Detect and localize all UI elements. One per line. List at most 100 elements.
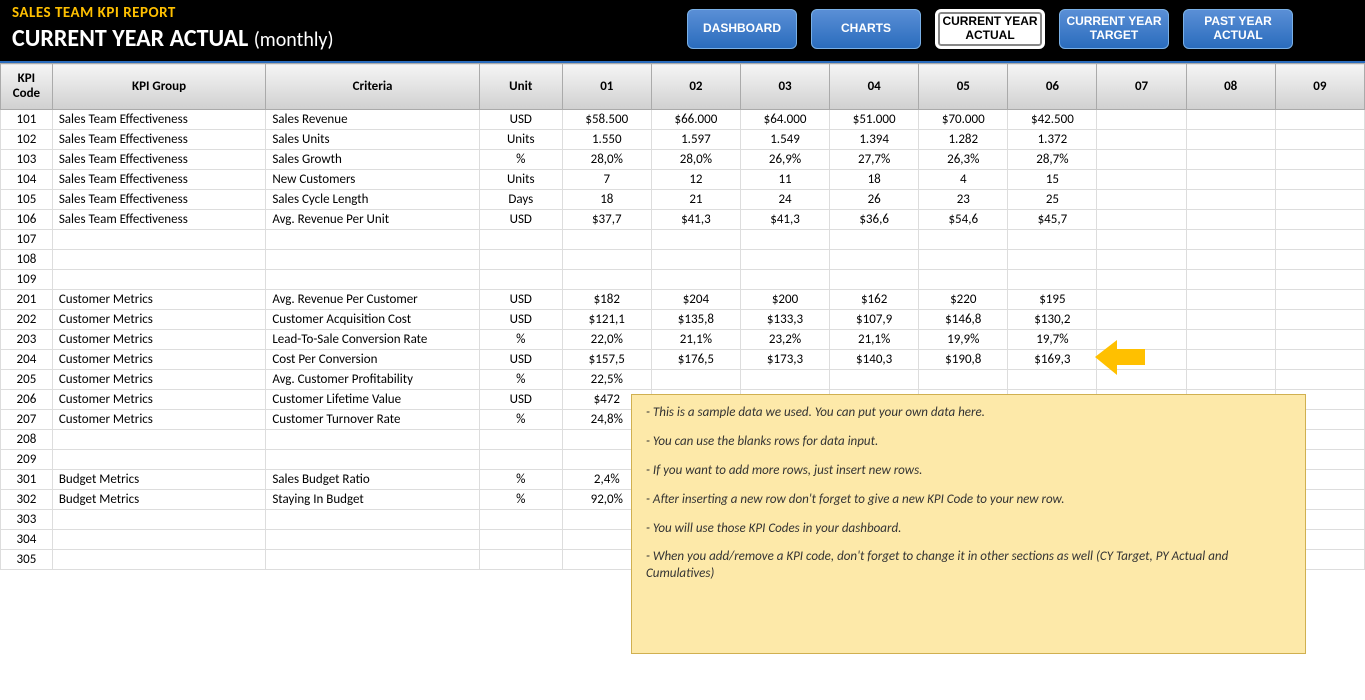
cell[interactable] — [479, 230, 562, 250]
cell[interactable] — [1275, 250, 1364, 270]
cell[interactable]: 206 — [1, 390, 53, 410]
cell[interactable] — [1275, 370, 1364, 390]
cell[interactable]: USD — [479, 390, 562, 410]
cell[interactable]: 27,7% — [830, 150, 919, 170]
cell[interactable] — [1186, 170, 1275, 190]
cell[interactable]: Sales Team Effectiveness — [52, 110, 266, 130]
cell[interactable] — [479, 530, 562, 550]
col-07[interactable]: 07 — [1097, 64, 1186, 110]
cell[interactable] — [52, 230, 266, 250]
cell[interactable]: 104 — [1, 170, 53, 190]
cell[interactable]: $220 — [919, 290, 1008, 310]
cell[interactable]: Budget Metrics — [52, 470, 266, 490]
cell[interactable] — [266, 510, 480, 530]
cell[interactable]: $135,8 — [651, 310, 740, 330]
cell[interactable] — [1097, 310, 1186, 330]
cell[interactable]: $51.000 — [830, 110, 919, 130]
cell[interactable]: 205 — [1, 370, 53, 390]
cell[interactable]: USD — [479, 110, 562, 130]
cell[interactable]: 305 — [1, 550, 53, 570]
cell[interactable]: 21,1% — [830, 330, 919, 350]
cell[interactable] — [562, 270, 651, 290]
cell[interactable]: Units — [479, 170, 562, 190]
cell[interactable] — [1275, 350, 1364, 370]
cell[interactable] — [1275, 170, 1364, 190]
cell[interactable] — [1186, 190, 1275, 210]
cell[interactable]: % — [479, 410, 562, 430]
cell[interactable]: $200 — [740, 290, 829, 310]
cell[interactable]: $157,5 — [562, 350, 651, 370]
cell[interactable] — [52, 510, 266, 530]
col-kpi-code[interactable]: KPI Code — [1, 64, 53, 110]
cell[interactable]: $146,8 — [919, 310, 1008, 330]
cell[interactable] — [52, 550, 266, 570]
cell[interactable] — [266, 530, 480, 550]
cell[interactable]: 28,0% — [651, 150, 740, 170]
cell[interactable] — [266, 450, 480, 470]
cell[interactable] — [651, 270, 740, 290]
cell[interactable]: $41,3 — [740, 210, 829, 230]
cell[interactable]: % — [479, 490, 562, 510]
cell[interactable]: New Customers — [266, 170, 480, 190]
cell[interactable] — [479, 270, 562, 290]
cell[interactable]: 201 — [1, 290, 53, 310]
cell[interactable] — [740, 270, 829, 290]
cell[interactable]: Lead-To-Sale Conversion Rate — [266, 330, 480, 350]
cell[interactable]: Avg. Customer Profitability — [266, 370, 480, 390]
cell[interactable]: 101 — [1, 110, 53, 130]
cell[interactable] — [266, 250, 480, 270]
cell[interactable] — [1275, 190, 1364, 210]
cell[interactable]: $121,1 — [562, 310, 651, 330]
cell[interactable]: Customer Metrics — [52, 370, 266, 390]
cell[interactable] — [479, 450, 562, 470]
cell[interactable]: $41,3 — [651, 210, 740, 230]
cell[interactable] — [919, 230, 1008, 250]
cell[interactable] — [1275, 290, 1364, 310]
cell[interactable] — [651, 370, 740, 390]
cell[interactable]: $190,8 — [919, 350, 1008, 370]
cell[interactable]: 1.550 — [562, 130, 651, 150]
cell[interactable]: 19,9% — [919, 330, 1008, 350]
cell[interactable]: Customer Metrics — [52, 390, 266, 410]
nav-past-year-actual[interactable]: PAST YEAR ACTUAL — [1183, 9, 1293, 49]
cell[interactable]: $45,7 — [1008, 210, 1097, 230]
cell[interactable]: % — [479, 330, 562, 350]
cell[interactable] — [651, 230, 740, 250]
cell[interactable]: Customer Turnover Rate — [266, 410, 480, 430]
cell[interactable] — [1186, 110, 1275, 130]
cell[interactable]: 1.282 — [919, 130, 1008, 150]
cell[interactable]: $162 — [830, 290, 919, 310]
cell[interactable]: 26 — [830, 190, 919, 210]
cell[interactable] — [1097, 170, 1186, 190]
nav-dashboard[interactable]: DASHBOARD — [687, 9, 797, 49]
cell[interactable] — [1097, 110, 1186, 130]
cell[interactable]: 26,3% — [919, 150, 1008, 170]
cell[interactable] — [830, 270, 919, 290]
cell[interactable]: 202 — [1, 310, 53, 330]
cell[interactable]: $140,3 — [830, 350, 919, 370]
nav-charts[interactable]: CHARTS — [811, 9, 921, 49]
cell[interactable] — [1097, 210, 1186, 230]
cell[interactable]: Units — [479, 130, 562, 150]
cell[interactable]: 102 — [1, 130, 53, 150]
cell[interactable]: 303 — [1, 510, 53, 530]
cell[interactable]: 209 — [1, 450, 53, 470]
cell[interactable]: $58.500 — [562, 110, 651, 130]
cell[interactable] — [266, 230, 480, 250]
col-unit[interactable]: Unit — [479, 64, 562, 110]
cell[interactable]: 109 — [1, 270, 53, 290]
cell[interactable] — [52, 430, 266, 450]
cell[interactable]: $37,7 — [562, 210, 651, 230]
cell[interactable] — [1186, 330, 1275, 350]
col-08[interactable]: 08 — [1186, 64, 1275, 110]
cell[interactable]: $176,5 — [651, 350, 740, 370]
cell[interactable]: USD — [479, 290, 562, 310]
cell[interactable]: 106 — [1, 210, 53, 230]
cell[interactable]: 103 — [1, 150, 53, 170]
cell[interactable] — [1275, 130, 1364, 150]
col-kpi-group[interactable]: KPI Group — [52, 64, 266, 110]
cell[interactable] — [1186, 370, 1275, 390]
cell[interactable] — [1097, 150, 1186, 170]
cell[interactable]: Sales Revenue — [266, 110, 480, 130]
cell[interactable] — [479, 550, 562, 570]
